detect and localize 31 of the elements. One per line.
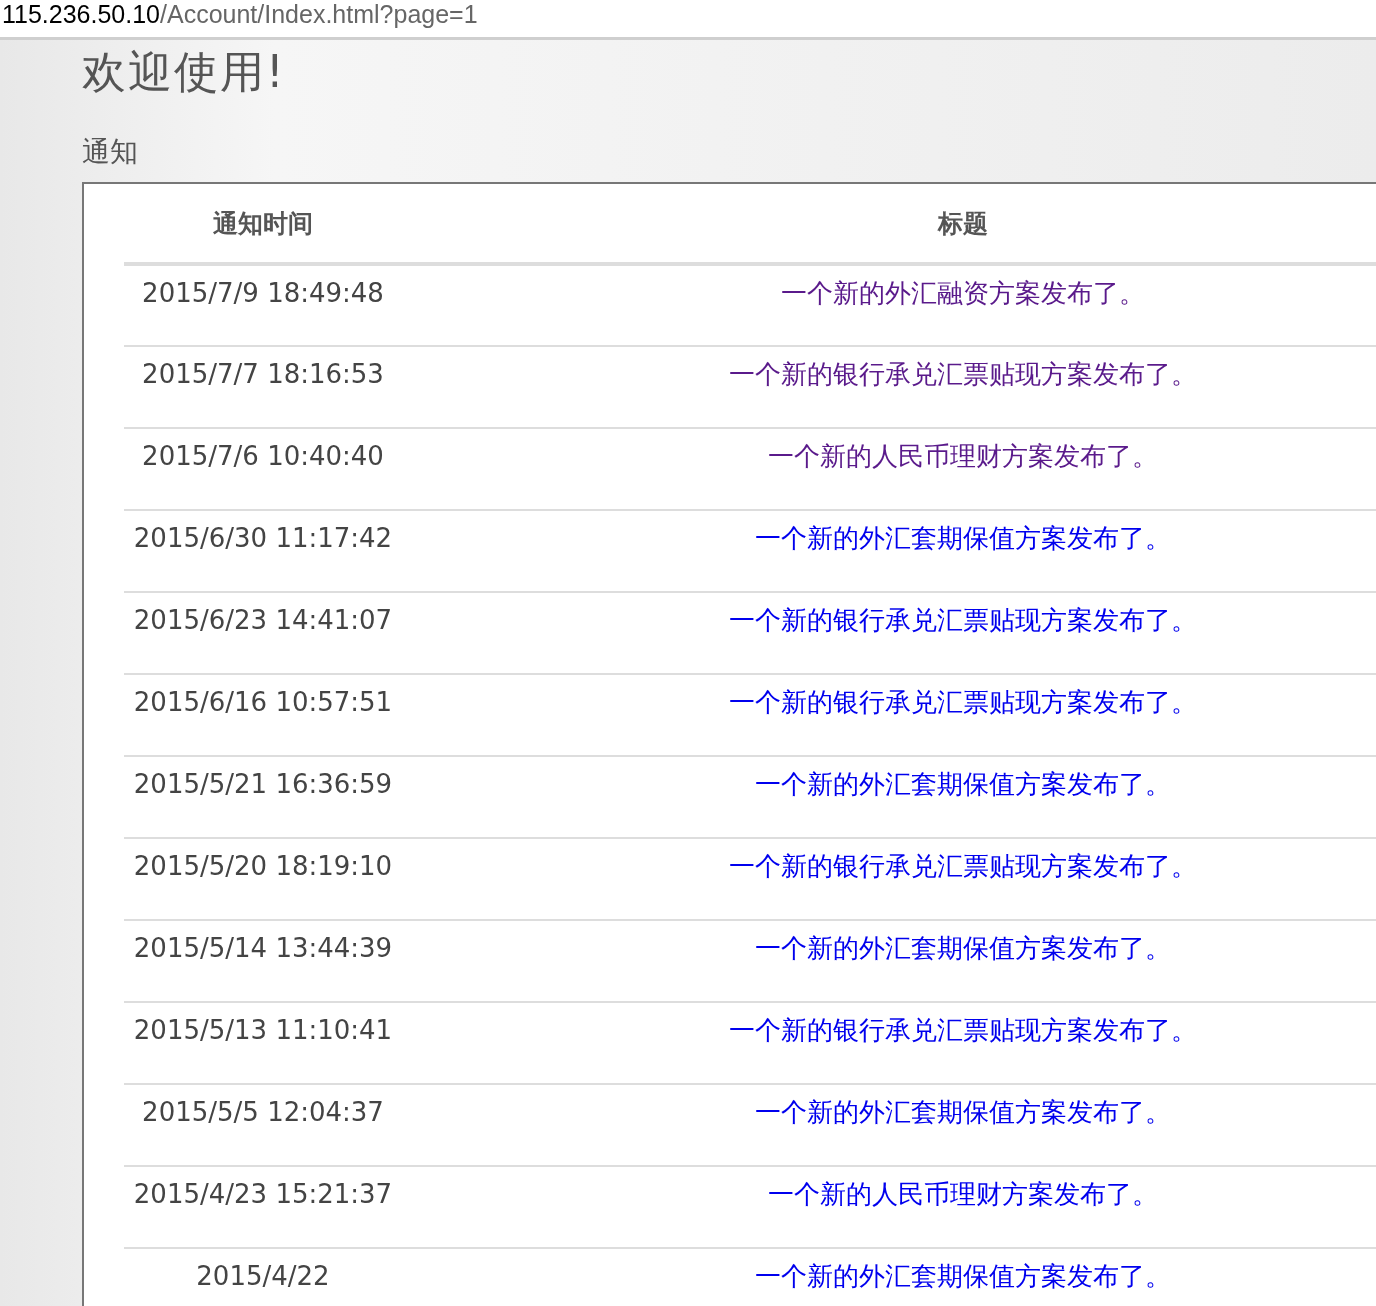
notice-time: 2015/6/16 10:57:51 <box>124 674 402 756</box>
notice-time: 2015/5/5 12:04:37 <box>124 1084 402 1166</box>
notice-link[interactable]: 一个新的外汇套期保值方案发布了。 <box>755 1097 1171 1127</box>
page-heading: 欢迎使用! <box>82 45 287 99</box>
notice-link[interactable]: 一个新的人民币理财方案发布了。 <box>768 1179 1158 1209</box>
notice-time: 2015/4/22 <box>124 1248 402 1306</box>
notice-link[interactable]: 一个新的外汇套期保值方案发布了。 <box>755 769 1171 799</box>
notice-time: 2015/6/23 14:41:07 <box>124 592 402 674</box>
notice-time: 2015/6/30 11:17:42 <box>124 510 402 592</box>
notice-link[interactable]: 一个新的外汇套期保值方案发布了。 <box>755 523 1171 553</box>
notice-time: 2015/5/21 16:36:59 <box>124 756 402 838</box>
notice-time: 2015/5/20 18:19:10 <box>124 838 402 920</box>
column-header: 通知时间 <box>124 184 402 264</box>
notice-link[interactable]: 一个新的银行承兑汇票贴现方案发布了。 <box>729 1015 1197 1045</box>
notice-time: 2015/4/23 15:21:37 <box>124 1166 402 1248</box>
notice-link[interactable]: 一个新的外汇套期保值方案发布了。 <box>755 1261 1171 1291</box>
column-header: 标题 <box>402 184 1376 264</box>
notice-link[interactable]: 一个新的人民币理财方案发布了。 <box>768 441 1158 471</box>
notice-link[interactable]: 一个新的银行承兑汇票贴现方案发布了。 <box>729 605 1197 635</box>
notice-time: 2015/7/7 18:16:53 <box>124 346 402 428</box>
notice-time: 2015/7/9 18:49:48 <box>124 264 402 346</box>
section-title: 通知 <box>82 134 139 170</box>
notice-link[interactable]: 一个新的外汇套期保值方案发布了。 <box>755 933 1171 963</box>
notice-link[interactable]: 一个新的外汇融资方案发布了。 <box>781 278 1145 308</box>
notice-time: 2015/7/6 10:40:40 <box>124 428 402 510</box>
notice-time: 2015/5/14 13:44:39 <box>124 920 402 1002</box>
notice-link[interactable]: 一个新的银行承兑汇票贴现方案发布了。 <box>729 687 1197 717</box>
notice-time: 2015/5/13 11:10:41 <box>124 1002 402 1084</box>
notice-link[interactable]: 一个新的银行承兑汇票贴现方案发布了。 <box>729 851 1197 881</box>
notice-link[interactable]: 一个新的银行承兑汇票贴现方案发布了。 <box>729 359 1197 389</box>
address-bar[interactable]: 115.236.50.10/Account/Index.html?page=1 <box>0 0 1376 40</box>
